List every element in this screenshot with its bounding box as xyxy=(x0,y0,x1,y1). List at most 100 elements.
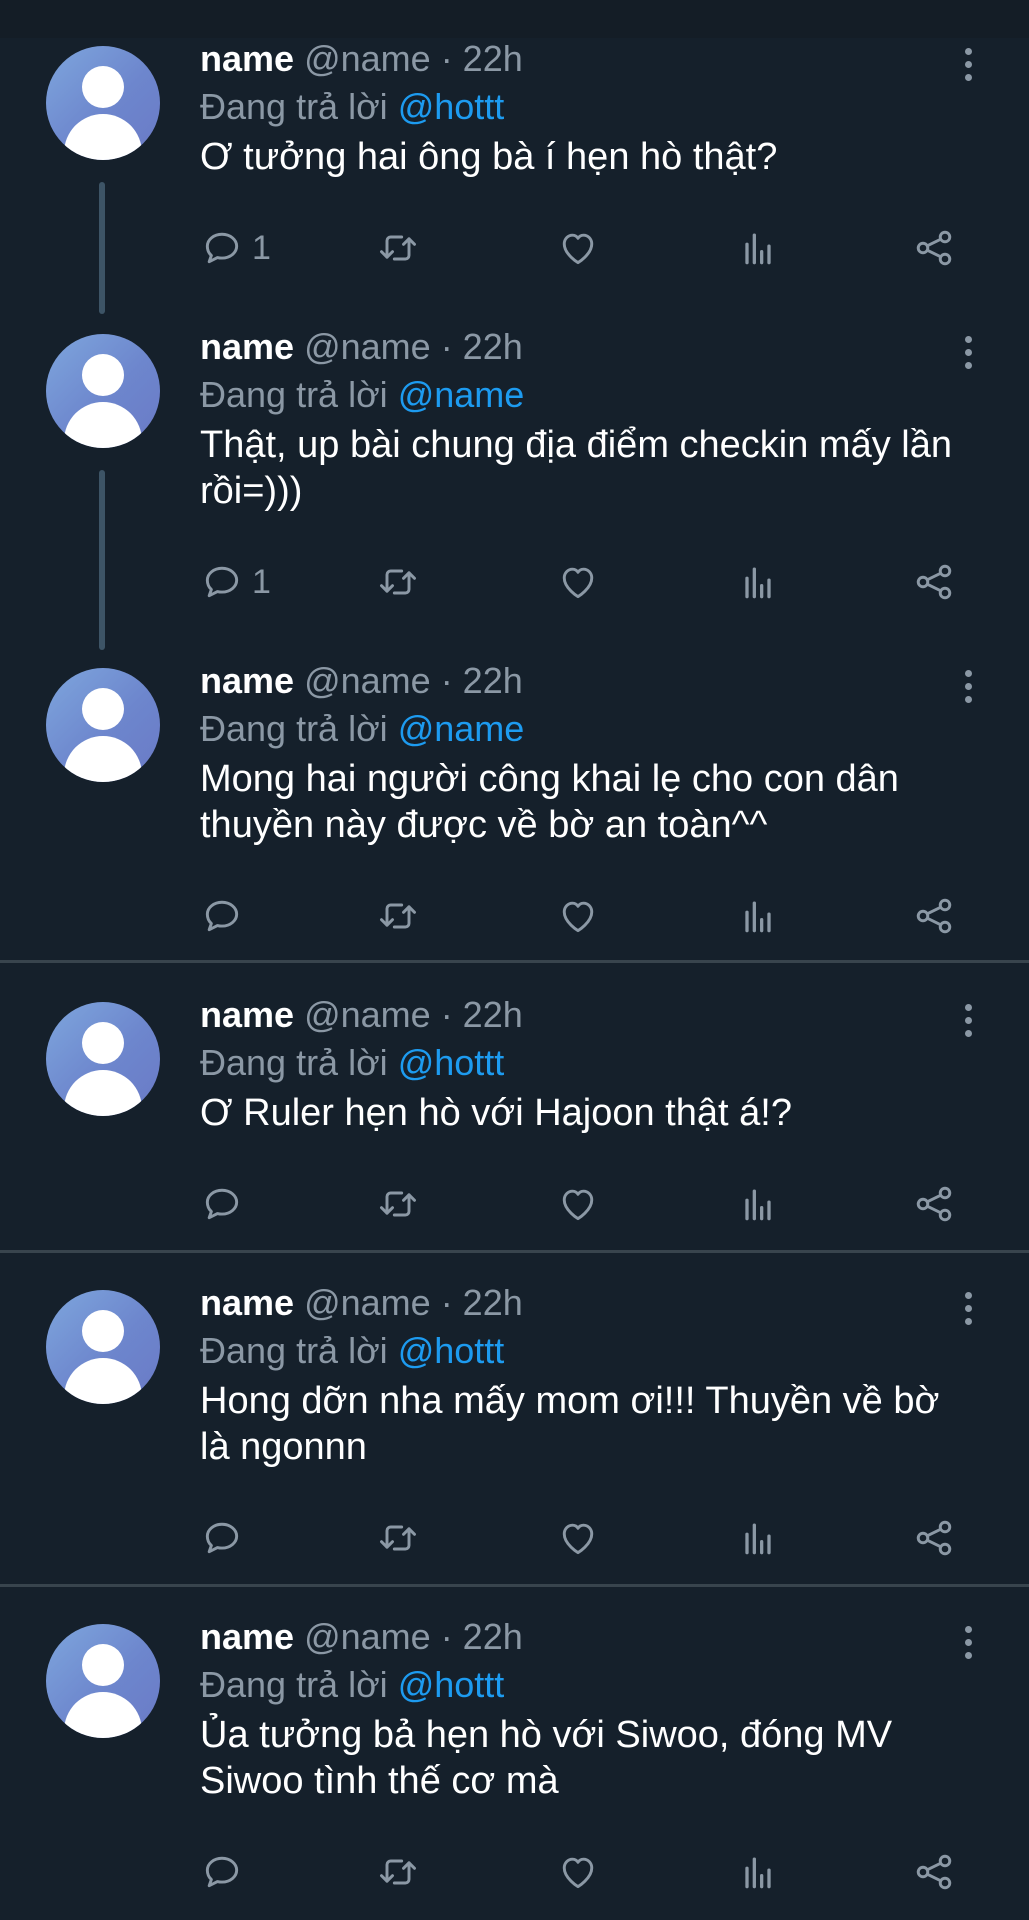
tweet-header: name @name · 22h xyxy=(200,1280,523,1326)
views-button[interactable] xyxy=(736,1180,780,1228)
share-button[interactable] xyxy=(912,224,956,272)
like-button[interactable] xyxy=(556,1180,600,1228)
share-icon xyxy=(916,1186,952,1222)
analytics-icon xyxy=(745,901,771,933)
replying-to-label: Đang trả lời xyxy=(200,86,388,127)
retweet-button[interactable] xyxy=(376,558,420,606)
share-button[interactable] xyxy=(912,1514,956,1562)
user-handle[interactable]: @name xyxy=(304,994,431,1035)
analytics-icon xyxy=(745,567,771,599)
mention-link[interactable]: @hottt xyxy=(398,1330,505,1371)
avatar[interactable] xyxy=(46,334,160,448)
share-button[interactable] xyxy=(912,892,956,940)
tweet-header: name @name · 22h xyxy=(200,1614,523,1660)
display-name[interactable]: name xyxy=(200,326,294,367)
reply-button[interactable]: 1 xyxy=(200,558,271,606)
views-button[interactable] xyxy=(736,224,780,272)
mention-link[interactable]: @name xyxy=(398,374,525,415)
replying-to: Đang trả lời @hottt xyxy=(200,84,504,130)
avatar[interactable] xyxy=(46,46,160,160)
retweet-button[interactable] xyxy=(376,1848,420,1896)
more-vertical-icon[interactable] xyxy=(956,332,980,372)
reply-button[interactable] xyxy=(200,1514,252,1562)
reply-icon xyxy=(205,1188,239,1220)
views-button[interactable] xyxy=(736,892,780,940)
replying-to: Đang trả lời @hottt xyxy=(200,1040,504,1086)
more-vertical-icon[interactable] xyxy=(956,1288,980,1328)
display-name[interactable]: name xyxy=(200,1616,294,1657)
replying-to-label: Đang trả lời xyxy=(200,1664,388,1705)
reply-button[interactable] xyxy=(200,1848,252,1896)
timestamp[interactable]: · 22h xyxy=(441,994,523,1035)
like-button[interactable] xyxy=(556,558,600,606)
retweet-icon xyxy=(380,903,416,929)
retweet-icon xyxy=(380,235,416,261)
top-bar xyxy=(0,0,1029,38)
timestamp[interactable]: · 22h xyxy=(441,660,523,701)
reply-icon xyxy=(205,900,239,932)
heart-icon xyxy=(562,233,594,265)
timestamp[interactable]: · 22h xyxy=(441,1282,523,1323)
user-handle[interactable]: @name xyxy=(304,1616,431,1657)
retweet-icon xyxy=(380,1859,416,1885)
mention-link[interactable]: @name xyxy=(398,708,525,749)
more-vertical-icon[interactable] xyxy=(956,44,980,84)
reply-button[interactable] xyxy=(200,892,252,940)
tweet-text: Hong dỡn nha mấy mom ơi!!! Thuyền về bờ … xyxy=(200,1380,940,1468)
timestamp[interactable]: · 22h xyxy=(441,38,523,79)
user-handle[interactable]: @name xyxy=(304,660,431,701)
analytics-icon xyxy=(745,1523,771,1555)
action-bar: 1 xyxy=(200,224,990,272)
tweet-text: Ủa tưởng bả hẹn hò với Siwoo, đóng MV Si… xyxy=(200,1714,893,1802)
reply-button[interactable]: 1 xyxy=(200,224,271,272)
tweet-header: name @name · 22h xyxy=(200,658,523,704)
share-button[interactable] xyxy=(912,558,956,606)
share-button[interactable] xyxy=(912,1848,956,1896)
like-button[interactable] xyxy=(556,892,600,940)
thread-line xyxy=(99,182,105,314)
thread-line xyxy=(99,470,105,650)
reply-button[interactable] xyxy=(200,1180,252,1228)
action-bar xyxy=(200,1180,990,1228)
more-vertical-icon[interactable] xyxy=(956,1000,980,1040)
heart-icon xyxy=(562,567,594,599)
mention-link[interactable]: @hottt xyxy=(398,1042,505,1083)
share-button[interactable] xyxy=(912,1180,956,1228)
analytics-icon xyxy=(745,1189,771,1221)
like-button[interactable] xyxy=(556,1514,600,1562)
analytics-icon xyxy=(745,1857,771,1889)
timestamp[interactable]: · 22h xyxy=(441,326,523,367)
timestamp[interactable]: · 22h xyxy=(441,1616,523,1657)
like-button[interactable] xyxy=(556,1848,600,1896)
retweet-button[interactable] xyxy=(376,1514,420,1562)
views-button[interactable] xyxy=(736,558,780,606)
avatar[interactable] xyxy=(46,1290,160,1404)
share-icon xyxy=(916,1854,952,1890)
like-button[interactable] xyxy=(556,224,600,272)
reply-icon xyxy=(205,232,239,264)
retweet-button[interactable] xyxy=(376,224,420,272)
mention-link[interactable]: @hottt xyxy=(398,1664,505,1705)
display-name[interactable]: name xyxy=(200,38,294,79)
more-vertical-icon[interactable] xyxy=(956,1622,980,1662)
views-button[interactable] xyxy=(736,1514,780,1562)
user-handle[interactable]: @name xyxy=(304,326,431,367)
more-vertical-icon[interactable] xyxy=(956,666,980,706)
display-name[interactable]: name xyxy=(200,660,294,701)
avatar[interactable] xyxy=(46,1624,160,1738)
user-handle[interactable]: @name xyxy=(304,1282,431,1323)
display-name[interactable]: name xyxy=(200,994,294,1035)
retweet-button[interactable] xyxy=(376,1180,420,1228)
avatar[interactable] xyxy=(46,1002,160,1116)
user-handle[interactable]: @name xyxy=(304,38,431,79)
heart-icon xyxy=(562,1189,594,1221)
tweet-text: Ơ tưởng hai ông bà í hẹn hò thật? xyxy=(200,136,778,178)
views-button[interactable] xyxy=(736,1848,780,1896)
retweet-button[interactable] xyxy=(376,892,420,940)
reply-count: 1 xyxy=(252,228,271,267)
replying-to: Đang trả lời @name xyxy=(200,706,524,752)
tweet-header: name @name · 22h xyxy=(200,992,523,1038)
display-name[interactable]: name xyxy=(200,1282,294,1323)
avatar[interactable] xyxy=(46,668,160,782)
mention-link[interactable]: @hottt xyxy=(398,86,505,127)
